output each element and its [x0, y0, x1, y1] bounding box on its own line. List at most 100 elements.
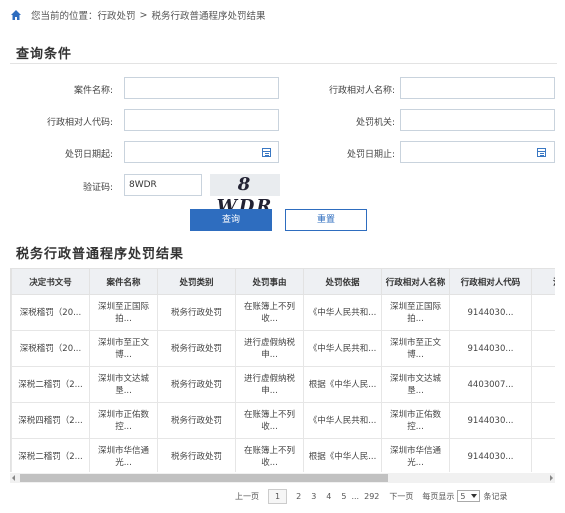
- table-row[interactable]: 深税二稽罚（2... 深圳市华信通光... 税务行政处罚 在账簿上不列收... …: [11, 438, 555, 472]
- column-header: 处罚事由: [235, 268, 304, 295]
- date-to-label: 处罚日期止:: [346, 150, 395, 160]
- table-cell: 根据《中华人民...: [303, 366, 382, 403]
- table-cell: 根据《中华人民...: [303, 438, 382, 472]
- table-cell: 税务行政处罚: [157, 438, 236, 472]
- table-cell: 4403007...: [449, 366, 532, 403]
- page-button[interactable]: 5: [341, 492, 346, 501]
- page-button-last[interactable]: 292: [364, 492, 379, 501]
- prev-page-button[interactable]: 上一页: [235, 491, 259, 502]
- table-cell: 《中华人民共和...: [303, 330, 382, 367]
- table-cell: 《中华人民共和...: [303, 294, 382, 331]
- table-cell: 深圳市华信通光...: [381, 438, 450, 472]
- page-button-current[interactable]: 1: [268, 488, 288, 504]
- table-row[interactable]: 深税稽罚（20... 深圳至正国际拍... 税务行政处罚 在账簿上不列收... …: [11, 294, 555, 331]
- respondent-code-label: 行政相对人代码:: [46, 118, 113, 128]
- table-cell: [531, 366, 555, 403]
- table-cell: 《中华人民共和...: [303, 402, 382, 439]
- respondent-name-label: 行政相对人名称:: [328, 86, 395, 96]
- reset-button[interactable]: 重置: [285, 209, 367, 231]
- date-from-label: 处罚日期起:: [64, 150, 113, 160]
- page-ellipsis: ...: [351, 491, 360, 501]
- table-cell: 深圳市至正文博...: [381, 330, 450, 367]
- query-button[interactable]: 查询: [190, 209, 272, 231]
- column-header: 处罚依据: [303, 268, 382, 295]
- horizontal-scrollbar[interactable]: [10, 473, 555, 483]
- scrollbar-thumb[interactable]: [20, 474, 388, 482]
- calendar-icon[interactable]: [537, 148, 546, 157]
- page-button[interactable]: 4: [326, 492, 331, 501]
- respondent-code-input[interactable]: [124, 109, 279, 131]
- table-row[interactable]: 深税四稽罚（2... 深圳市正佑数控... 税务行政处罚 在账簿上不列收... …: [11, 402, 555, 439]
- column-header: 案件名称: [89, 268, 158, 295]
- captcha-image[interactable]: 8 WDR: [210, 174, 280, 217]
- table-cell: 深圳市正佑数控...: [89, 402, 158, 439]
- case-name-input[interactable]: [124, 77, 279, 99]
- captcha-label: 验证码:: [82, 183, 113, 193]
- table-cell: 深圳市文达城垦...: [381, 366, 450, 403]
- date-to-input[interactable]: [400, 141, 555, 163]
- date-from-input[interactable]: [124, 141, 279, 163]
- results-table: 决定书文号 案件名称 处罚类别 处罚事由 处罚依据 行政相对人名称 行政相对人代…: [11, 268, 555, 472]
- column-header: 决定书文号: [11, 268, 90, 295]
- table-cell: 9144030...: [449, 294, 532, 331]
- home-icon[interactable]: [10, 9, 22, 21]
- column-header: 法定: [531, 268, 555, 295]
- table-cell: 税务行政处罚: [157, 294, 236, 331]
- column-header: 行政相对人代码: [449, 268, 532, 295]
- table-cell: 深税二稽罚（2...: [11, 438, 90, 472]
- query-title-divider: [10, 63, 557, 64]
- scroll-left-icon[interactable]: [12, 475, 15, 481]
- table-cell: 9144030...: [449, 402, 532, 439]
- table-cell: [531, 438, 555, 472]
- breadcrumb-separator: >: [139, 9, 148, 21]
- table-header-row: 决定书文号 案件名称 处罚类别 处罚事由 处罚依据 行政相对人名称 行政相对人代…: [11, 268, 555, 295]
- breadcrumb-item-current: 税务行政普通程序处罚结果: [151, 11, 266, 22]
- calendar-icon[interactable]: [262, 148, 271, 157]
- table-cell: 深税四稽罚（2...: [11, 402, 90, 439]
- table-cell: 进行虚假纳税申...: [235, 330, 304, 367]
- table-cell: 深圳市正佑数控...: [381, 402, 450, 439]
- table-cell: 9144030...: [449, 330, 532, 367]
- table-cell: 9144030...: [449, 438, 532, 472]
- table-cell: 深税二稽罚（2...: [11, 366, 90, 403]
- authority-input[interactable]: [400, 109, 555, 131]
- table-cell: 在账簿上不列收...: [235, 294, 304, 331]
- table-cell: [531, 402, 555, 439]
- per-page-select[interactable]: 5: [457, 490, 481, 502]
- chevron-down-icon: [471, 494, 478, 498]
- table-row[interactable]: 深税稽罚（20... 深圳市至正文博... 税务行政处罚 进行虚假纳税申... …: [11, 330, 555, 367]
- scroll-right-icon[interactable]: [550, 475, 553, 481]
- table-row[interactable]: 深税二稽罚（2... 深圳市文达城垦... 税务行政处罚 进行虚假纳税申... …: [11, 366, 555, 403]
- column-header: 处罚类别: [157, 268, 236, 295]
- captcha-input[interactable]: [124, 174, 202, 196]
- page-button[interactable]: 2: [296, 492, 301, 501]
- table-cell: [531, 330, 555, 367]
- authority-label: 处罚机关:: [355, 118, 395, 128]
- next-page-button[interactable]: 下一页: [389, 491, 413, 502]
- table-cell: 深税稽罚（20...: [11, 294, 90, 331]
- table-cell: 在账簿上不列收...: [235, 438, 304, 472]
- table-cell: 深圳市华信通光...: [89, 438, 158, 472]
- table-cell: [531, 294, 555, 331]
- table-cell: 深圳市文达城垦...: [89, 366, 158, 403]
- table-cell: 税务行政处罚: [157, 402, 236, 439]
- results-title: 税务行政普通程序处罚结果: [16, 247, 185, 262]
- breadcrumb-prefix: 您当前的位置：: [31, 11, 98, 22]
- page-button[interactable]: 3: [311, 492, 316, 501]
- table-cell: 深圳市至正文博...: [89, 330, 158, 367]
- table-cell: 在账簿上不列收...: [235, 402, 304, 439]
- pagination: 上一页 1 2 3 4 5 ... 292 下一页 每页显示 5 条记录: [230, 487, 507, 505]
- breadcrumb: 您当前的位置： 行政处罚 > 税务行政普通程序处罚结果: [10, 6, 266, 24]
- column-header: 行政相对人名称: [381, 268, 450, 295]
- results-table-container: 决定书文号 案件名称 处罚类别 处罚事由 处罚依据 行政相对人名称 行政相对人代…: [10, 268, 555, 472]
- per-page-label: 每页显示: [422, 491, 455, 501]
- table-cell: 税务行政处罚: [157, 330, 236, 367]
- query-title: 查询条件: [16, 47, 73, 62]
- table-cell: 深税稽罚（20...: [11, 330, 90, 367]
- respondent-name-input[interactable]: [400, 77, 555, 99]
- per-page-value: 5: [460, 491, 466, 501]
- case-name-label: 案件名称:: [73, 86, 113, 96]
- breadcrumb-item-penalty[interactable]: 行政处罚: [98, 8, 136, 22]
- table-cell: 税务行政处罚: [157, 366, 236, 403]
- table-cell: 深圳至正国际拍...: [89, 294, 158, 331]
